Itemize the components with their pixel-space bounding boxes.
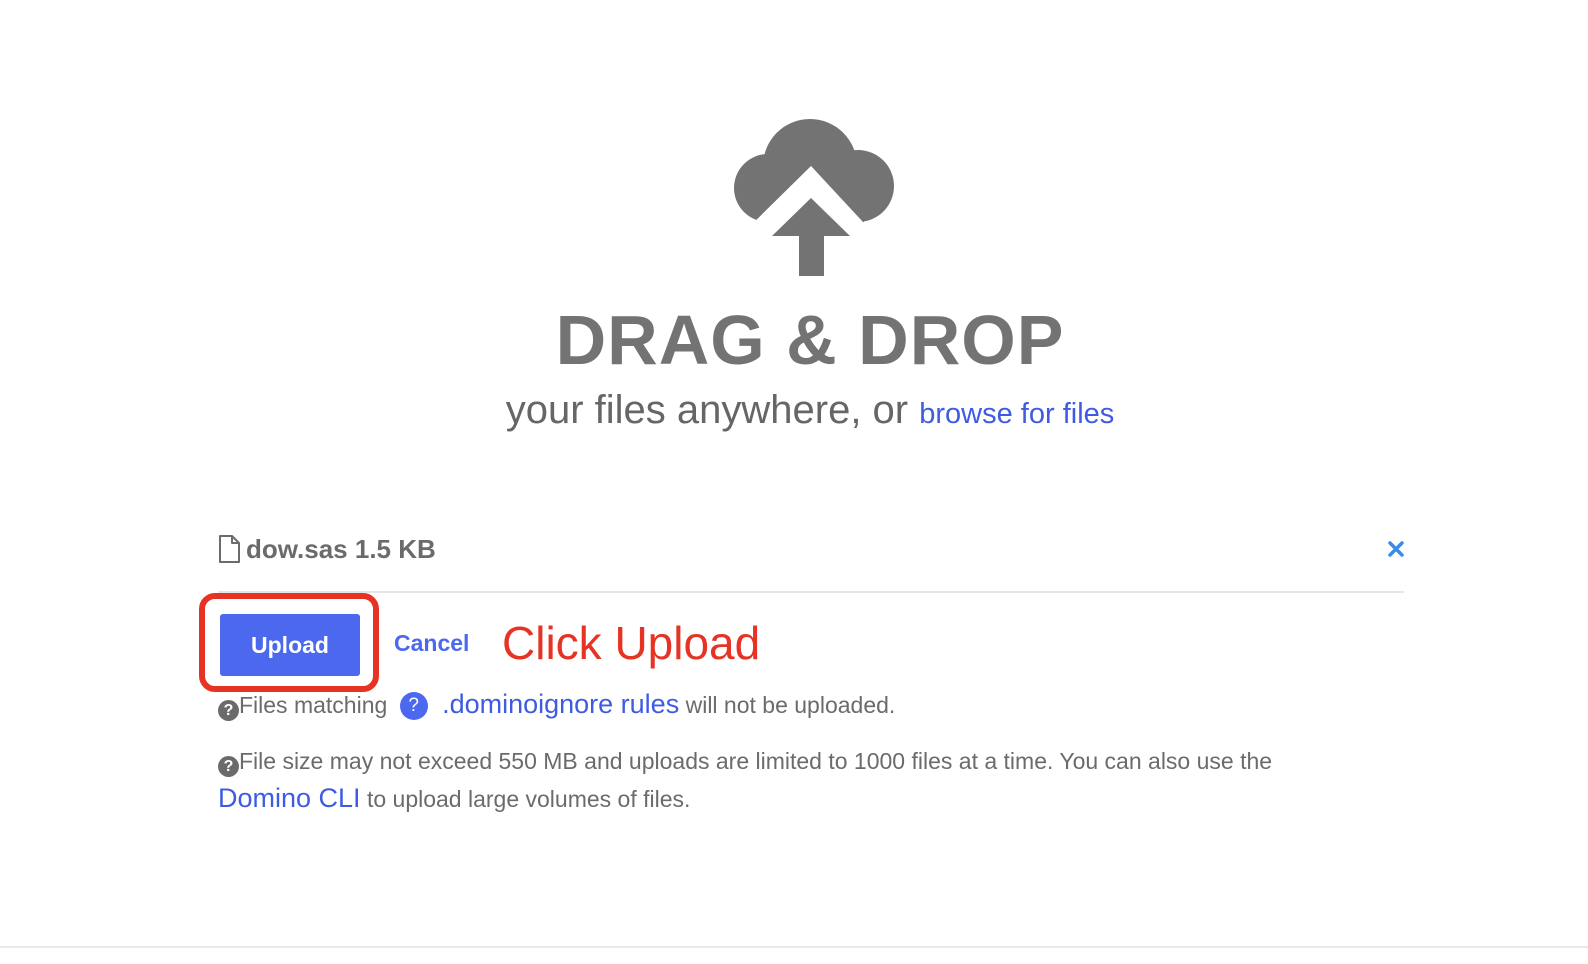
close-icon[interactable] (1386, 539, 1406, 559)
dropzone-subtitle-text: your files anywhere, or (505, 388, 909, 432)
domino-cli-link[interactable]: Domino CLI (218, 783, 361, 813)
file-size: 1.5 KB (354, 534, 436, 564)
dropzone-title: DRAG & DROP (555, 301, 1065, 379)
file-name: dow.sas (246, 534, 348, 564)
bottom-divider (0, 946, 1588, 948)
file-icon (219, 535, 240, 563)
upload-dialog: DRAG & DROP your files anywhere, or brow… (0, 0, 1588, 964)
question-icon: ? (218, 700, 239, 721)
file-row: dow.sas 1.5 KB (218, 532, 1406, 570)
limit-notice: ? File size may not exceed 550 MB and upl… (218, 743, 1338, 818)
file-label: dow.sas 1.5 KB (246, 534, 436, 565)
cancel-button[interactable]: Cancel (394, 630, 469, 657)
browse-files-link[interactable]: browse for files (919, 398, 1114, 430)
dominoignore-link[interactable]: .dominoignore rules (442, 689, 679, 719)
file-divider (218, 591, 1404, 593)
limit-text: File size may not exceed 550 MB and uplo… (239, 748, 1273, 774)
cloud-upload-icon[interactable] (730, 118, 896, 280)
dropzone-subtitle: your files anywhere, or browse for files (0, 388, 1588, 433)
cli-suffix: to upload large volumes of files. (366, 786, 691, 812)
ignore-prefix: Files matching (239, 692, 388, 718)
question-icon: ? (218, 756, 239, 777)
annotation-text: Click Upload (502, 617, 761, 669)
upload-button[interactable]: Upload (220, 614, 360, 676)
ignore-notice: ? Files matching ? .dominoignore rules wi… (218, 686, 895, 724)
ignore-suffix: will not be uploaded. (685, 692, 896, 718)
help-icon[interactable]: ? (399, 692, 428, 720)
